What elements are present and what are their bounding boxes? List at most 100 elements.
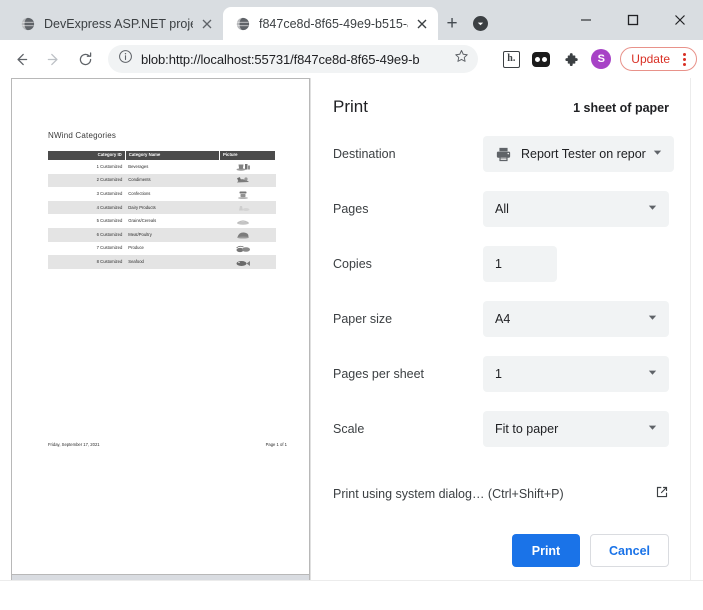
address-bar[interactable]: blob:http://localhost:55731/f847ce8d-8f6… bbox=[108, 45, 478, 73]
print-dialog-header: Print 1 sheet of paper bbox=[333, 78, 669, 117]
star-icon[interactable] bbox=[454, 49, 470, 69]
toolbar-icons: h. S Update bbox=[496, 46, 697, 72]
update-button[interactable]: Update bbox=[620, 47, 697, 71]
reload-button[interactable] bbox=[70, 44, 100, 74]
extensions-puzzle-icon[interactable] bbox=[558, 46, 584, 72]
tab-strip: DevExpress ASP.NET project f847ce8d-8f65… bbox=[0, 0, 703, 40]
destination-label: Destination bbox=[333, 147, 396, 161]
cell-picture bbox=[220, 214, 276, 228]
tab-search-button[interactable] bbox=[466, 9, 494, 37]
update-label: Update bbox=[631, 52, 670, 66]
footer-date: Friday, September 17, 2021 bbox=[48, 442, 100, 447]
maximize-button[interactable] bbox=[609, 0, 656, 40]
new-tab-button[interactable]: + bbox=[438, 9, 466, 37]
avatar: S bbox=[591, 49, 612, 69]
print-dialog: Print 1 sheet of paper Destination Repor… bbox=[310, 78, 691, 581]
cell-picture bbox=[220, 187, 276, 201]
chevron-down-icon bbox=[647, 312, 659, 326]
cancel-button[interactable]: Cancel bbox=[590, 534, 669, 567]
cell-category-id: 6 Customized bbox=[48, 228, 126, 242]
cell-category-name: Beverages bbox=[128, 163, 149, 169]
cell-picture bbox=[219, 173, 276, 188]
destination-select[interactable]: Report Tester on repor bbox=[483, 136, 674, 172]
table-row: 6 Customized Meat/Poultry bbox=[48, 228, 276, 242]
table-row: 1 Customized Beverages bbox=[48, 160, 276, 174]
copies-row: Copies 1 bbox=[333, 246, 669, 282]
pages-value: All bbox=[495, 202, 509, 216]
cell-picture bbox=[220, 160, 276, 174]
chevron-down-icon bbox=[647, 202, 659, 216]
cell-picture bbox=[219, 200, 276, 215]
cell-category-id: 1 Customized bbox=[96, 163, 123, 169]
pages-per-sheet-select[interactable]: 1 bbox=[483, 356, 669, 392]
tab-title: f847ce8d-8f65-49e9-b515-a8662 bbox=[259, 16, 408, 31]
cell-picture bbox=[219, 228, 276, 242]
scale-control: Fit to paper bbox=[483, 411, 669, 447]
cell-category-id: 2 Customized bbox=[48, 173, 126, 188]
browser-window: DevExpress ASP.NET project f847ce8d-8f65… bbox=[0, 0, 703, 610]
back-button[interactable] bbox=[6, 44, 36, 74]
column-header-picture: Picture bbox=[219, 151, 276, 161]
grains-cereals-image bbox=[236, 220, 249, 225]
cell-picture bbox=[220, 242, 276, 256]
browser-tab-2[interactable]: f847ce8d-8f65-49e9-b515-a8662 bbox=[223, 7, 438, 40]
paper-size-control: A4 bbox=[483, 301, 669, 337]
forward-button[interactable] bbox=[38, 44, 68, 74]
minimize-button[interactable] bbox=[562, 0, 609, 40]
close-icon[interactable] bbox=[199, 16, 215, 32]
confections-image bbox=[237, 191, 248, 199]
cell-category-name: Meat/Poultry bbox=[125, 228, 220, 242]
chevron-down-icon bbox=[647, 367, 659, 381]
paper-size-select[interactable]: A4 bbox=[483, 301, 669, 337]
plus-icon: + bbox=[446, 12, 458, 34]
cell-category-name: Condiments bbox=[125, 173, 220, 188]
print-button[interactable]: Print bbox=[512, 534, 580, 567]
print-using-system-dialog[interactable]: Print using system dialog… (Ctrl+Shift+P… bbox=[333, 485, 669, 502]
cell-category-name: Grains/Cereals bbox=[128, 218, 157, 224]
pages-select[interactable]: All bbox=[483, 191, 669, 227]
destination-value: Report Tester on repor bbox=[521, 147, 646, 161]
chevron-down-icon bbox=[647, 422, 659, 436]
copies-control: 1 bbox=[483, 246, 669, 282]
dark-reader-icon[interactable] bbox=[528, 46, 554, 72]
footer-page-number: Page 1 of 1 bbox=[265, 442, 287, 447]
seafood-image bbox=[236, 260, 250, 266]
paper-size-label: Paper size bbox=[333, 312, 393, 326]
destination-row: Destination Report Tester on repor bbox=[333, 136, 674, 172]
pages-per-sheet-row: Pages per sheet 1 bbox=[333, 356, 669, 392]
extension-h-icon[interactable]: h. bbox=[498, 46, 524, 72]
cell-category-id: 7 Customized bbox=[96, 245, 123, 251]
paper-size-value: A4 bbox=[495, 312, 511, 326]
tab-title: DevExpress ASP.NET project bbox=[44, 16, 193, 31]
scale-label: Scale bbox=[333, 422, 365, 436]
three-dots-vertical-icon[interactable] bbox=[675, 52, 693, 66]
close-window-button[interactable] bbox=[656, 0, 703, 40]
document-title: NWind Categories bbox=[48, 131, 117, 140]
info-circle-icon[interactable] bbox=[118, 49, 134, 69]
cell-category-name: Seafood bbox=[125, 255, 220, 269]
external-link-icon bbox=[655, 485, 669, 502]
meat-poultry-image bbox=[236, 232, 249, 239]
table-header-row: Category ID Category Name Picture bbox=[48, 151, 276, 161]
table-row: 5 Customized Grains/Cereals bbox=[48, 214, 276, 228]
cell-category-name: Confections bbox=[128, 190, 151, 196]
condiments-image bbox=[236, 177, 249, 183]
table-row: 4 Customized Dairy Products bbox=[48, 200, 276, 215]
pages-per-sheet-control: 1 bbox=[483, 356, 669, 392]
print-preview-page: NWind Categories Category ID Category Na… bbox=[0, 78, 703, 610]
globe-icon bbox=[235, 16, 251, 32]
table-row: 8 Customized Seafood bbox=[48, 255, 276, 269]
cell-category-id: 3 Customized bbox=[96, 190, 123, 196]
printer-icon bbox=[495, 146, 513, 163]
page-title: Print bbox=[333, 97, 368, 116]
close-icon[interactable] bbox=[414, 16, 430, 32]
copies-input[interactable]: 1 bbox=[483, 246, 557, 282]
table-row: 7 Customized Produce bbox=[48, 242, 276, 256]
categories-table: Category ID Category Name Picture 1 Cust… bbox=[48, 151, 276, 269]
window-controls bbox=[562, 0, 703, 40]
profile-avatar[interactable]: S bbox=[588, 46, 614, 72]
dialog-actions: Print Cancel bbox=[333, 534, 669, 567]
page-scrollbar[interactable] bbox=[690, 78, 703, 610]
browser-tab-1[interactable]: DevExpress ASP.NET project bbox=[8, 7, 223, 40]
scale-select[interactable]: Fit to paper bbox=[483, 411, 669, 447]
